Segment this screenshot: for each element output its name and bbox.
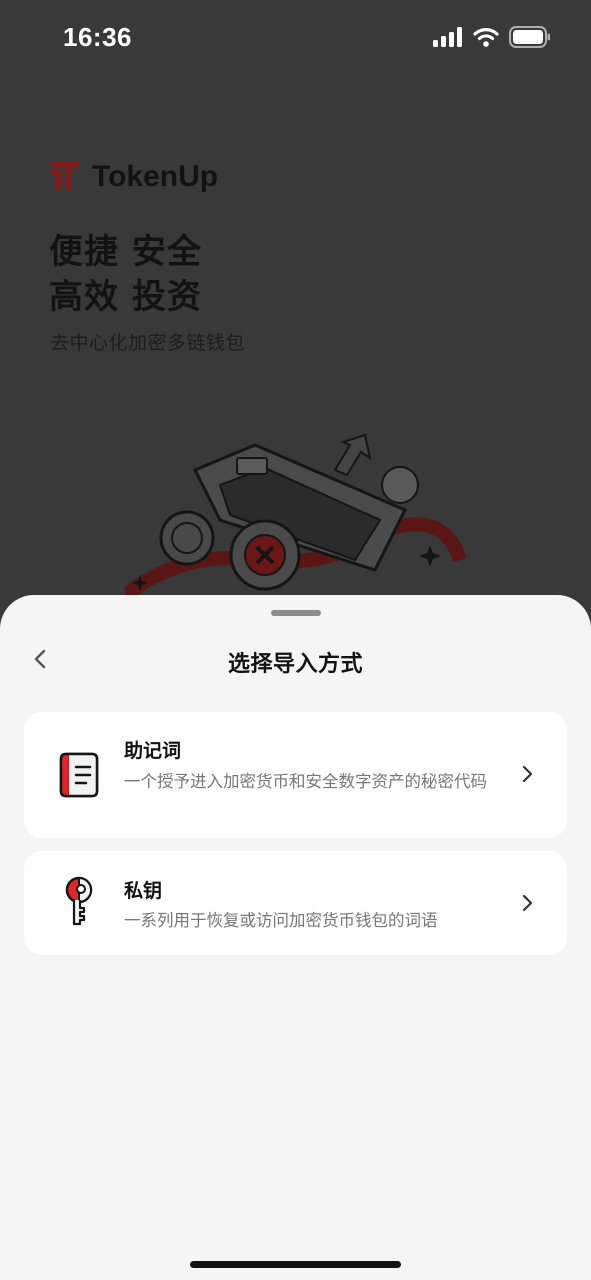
status-time: 16:36 (63, 22, 132, 52)
status-icons (433, 26, 551, 52)
headline-line-2: 高效 投资 (49, 277, 202, 317)
document-icon (54, 750, 104, 800)
signal-icon (433, 27, 463, 51)
import-method-sheet: 选择导入方式 助记词 一个授予进入加密货币和安全数字资产的秘密代码 私钥 一系列… (0, 595, 591, 1280)
sheet-title: 选择导入方式 (227, 652, 363, 677)
option-private-key-description: 一系列用于恢复或访问加密货币钱包的词语 (124, 911, 438, 930)
home-indicator[interactable] (190, 1261, 401, 1268)
option-private-key[interactable]: 私钥 一系列用于恢复或访问加密货币钱包的词语 (24, 851, 567, 955)
key-icon (54, 876, 104, 927)
brand-row: TokenUp (50, 158, 218, 196)
hero-headline: 便捷 安全 高效 投资 (49, 230, 389, 320)
option-mnemonic-description: 一个授予进入加密货币和安全数字资产的秘密代码 (124, 772, 487, 791)
wifi-icon (473, 27, 499, 51)
headline-line-1: 便捷 安全 (49, 232, 202, 272)
chevron-right-icon (519, 764, 535, 784)
brand-name: TokenUp (92, 160, 219, 193)
chevron-right-icon (519, 893, 535, 913)
battery-icon (509, 26, 551, 52)
wallet-illustration (120, 430, 470, 601)
option-mnemonic[interactable]: 助记词 一个授予进入加密货币和安全数字资产的秘密代码 (24, 712, 567, 838)
option-private-key-title: 私钥 (124, 880, 163, 902)
status-bar: 16:36 (0, 0, 591, 80)
hero-subtitle: 去中心化加密多链钱包 (50, 332, 246, 354)
option-mnemonic-title: 助记词 (124, 740, 182, 762)
tokenup-logo-icon (50, 158, 82, 196)
sheet-grabber[interactable] (271, 610, 321, 616)
